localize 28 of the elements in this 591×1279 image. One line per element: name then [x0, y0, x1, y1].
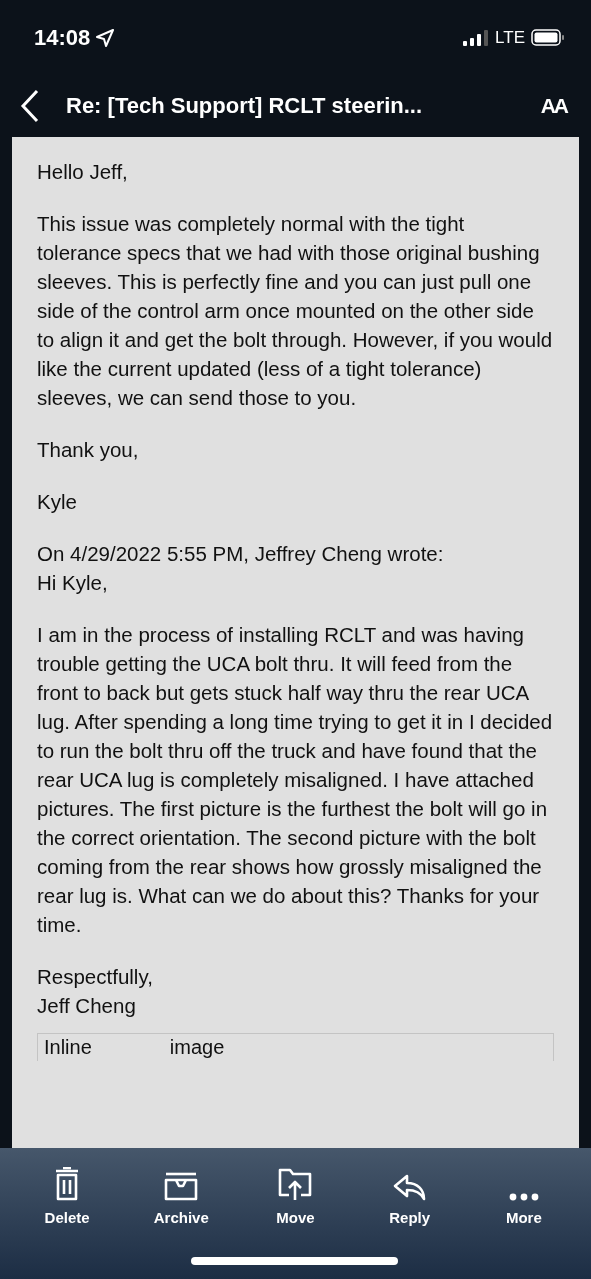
email-text: This issue was completely normal with the tight tolerance specs that we had with those original bushing sleeves. This is perfectly fine and you can just pull one side of the control arm once mounted on the other side to align it and get the bolt through. However, if you would like the current updated (less of a tight tolerance) sleeves, we can send those to you.: [37, 211, 554, 411]
network-label: LTE: [495, 27, 525, 48]
email-text: On 4/29/2022 5:55 PM, Jeffrey Cheng wrote:: [37, 541, 445, 567]
email-text: Hi Kyle,: [37, 570, 109, 596]
status-time: 14:08: [34, 24, 91, 51]
text-size-button[interactable]: AA: [540, 94, 567, 118]
tray-icon: [163, 1171, 200, 1201]
location-arrow-icon: [96, 28, 115, 47]
reply-button[interactable]: Reply: [364, 1162, 455, 1226]
back-icon[interactable]: [20, 89, 40, 123]
inline-image-label: image: [169, 1036, 225, 1059]
email-text: Respectfully,: [37, 964, 154, 990]
move-button[interactable]: Move: [250, 1162, 341, 1226]
delete-button[interactable]: Delete: [22, 1162, 113, 1226]
more-icon: [508, 1193, 539, 1201]
folder-arrow-icon: [277, 1167, 314, 1201]
email-text: Jeff Cheng: [37, 993, 137, 1019]
email-subject: Re: [Tech Support] RCLT steerin...: [66, 93, 423, 119]
battery-icon: [531, 29, 565, 46]
archive-button[interactable]: Archive: [136, 1162, 227, 1226]
signal-icon: [463, 29, 490, 46]
more-button[interactable]: More: [478, 1162, 569, 1226]
reply-icon: [392, 1173, 427, 1201]
email-text: Thank you,: [37, 437, 140, 463]
inline-image-label: Inline: [44, 1036, 92, 1059]
email-text: I am in the process of installing RCLT and was having trouble getting the UCA bolt thru. It will feed from the front to back but gets stuck half way thru the rear UCA lug. After spending a long time trying to get it in I decided to run the bolt thru off the truck and have found that the rear UCA lug is completely misaligned. I have attached pictures. The first picture is the furthest the bolt will go in the correct orientation. The second picture with the bolt coming from the rear shows how grossly misaligned the rear lug is. What can we do about this? Thanks for your time.: [37, 622, 554, 938]
email-text: Hello Jeff,: [37, 159, 129, 185]
email-text: Kyle: [37, 489, 78, 515]
